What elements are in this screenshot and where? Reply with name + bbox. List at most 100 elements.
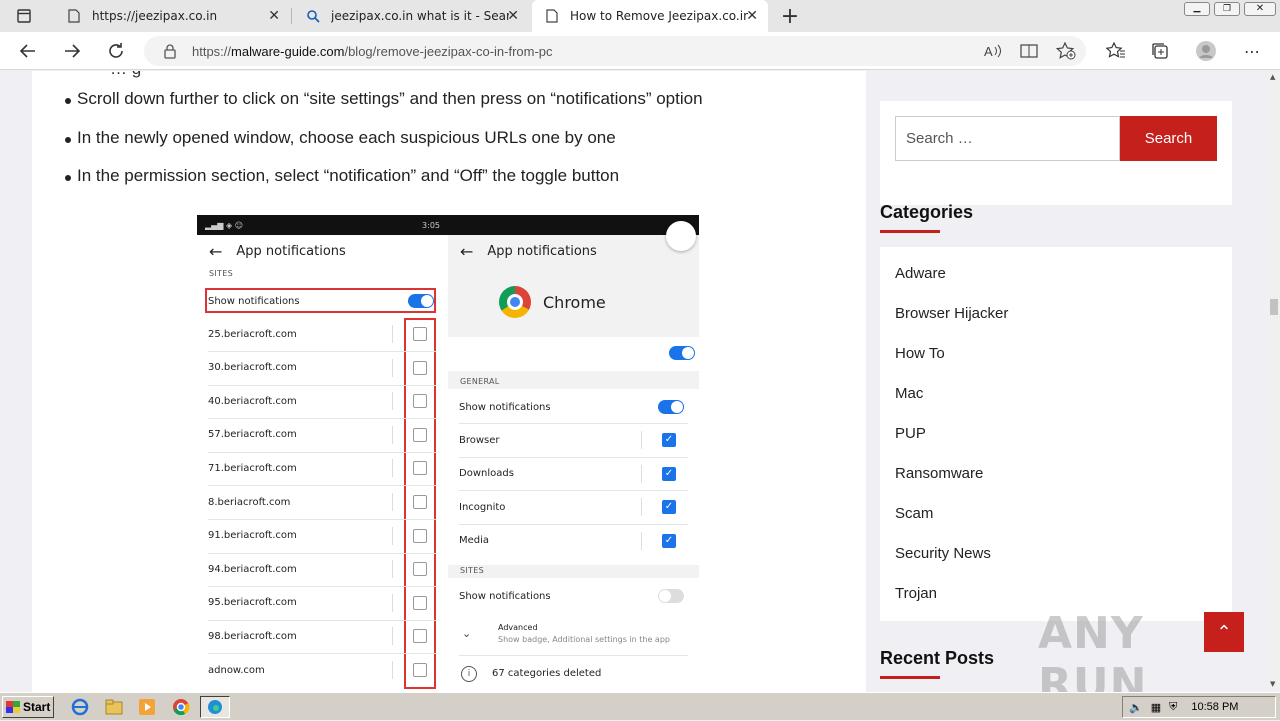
- close-window-icon[interactable]: ✕: [1244, 2, 1276, 16]
- category-link[interactable]: Adware: [895, 265, 946, 282]
- tab-actions-icon[interactable]: [8, 0, 40, 32]
- more-options-icon[interactable]: ⋯: [1236, 35, 1268, 67]
- start-button[interactable]: Start: [2, 696, 54, 718]
- list-item: In the newly opened window, choose each …: [65, 128, 703, 167]
- category-link[interactable]: How To: [895, 345, 945, 362]
- close-tab-icon[interactable]: ✕: [507, 8, 519, 24]
- svg-text:A: A: [984, 44, 993, 59]
- scan-icon: [666, 221, 696, 251]
- restore-icon[interactable]: ❐: [1214, 2, 1240, 16]
- toggle-on: [658, 400, 684, 414]
- chrome-logo-icon: [499, 286, 531, 318]
- page-icon: [544, 8, 560, 24]
- search-input[interactable]: Search …: [895, 116, 1120, 161]
- advanced-subtitle: Show badge, Additional settings in the a…: [498, 635, 670, 644]
- close-tab-icon[interactable]: ✕: [746, 8, 758, 24]
- windows-logo-icon: [6, 701, 20, 713]
- tab-strip: https://jeezipax.co.in ✕ jeezipax.co.in …: [0, 0, 1280, 32]
- channel-row: Downloads: [459, 468, 514, 479]
- sites-label: SITES: [460, 566, 484, 575]
- vertical-scrollbar[interactable]: ▲ ▼: [1268, 71, 1280, 692]
- category-link[interactable]: Security News: [895, 545, 991, 562]
- checkbox-unchecked: [413, 562, 427, 577]
- site-row: 98.beriacroft.com: [208, 630, 297, 642]
- ie-icon[interactable]: [70, 697, 90, 717]
- folder-icon[interactable]: [104, 697, 124, 717]
- phone-left-screen: ▂▄▆ ◈ ☺ 3:05 ← App notifications SITES Sho…: [197, 215, 448, 692]
- master-toggle-row: [448, 337, 699, 371]
- channel-row: Media: [459, 535, 490, 546]
- channel-row: Browser: [459, 434, 500, 446]
- address-bar[interactable]: https://malware-guide.com/blog/remove-je…: [144, 36, 1086, 66]
- checkbox-unchecked: [413, 461, 427, 476]
- profile-avatar[interactable]: [1190, 35, 1222, 67]
- category-link[interactable]: Scam: [895, 505, 933, 522]
- back-icon[interactable]: [12, 35, 44, 67]
- checkbox-unchecked: [413, 427, 427, 442]
- checkbox-unchecked: [413, 360, 427, 375]
- site-row: 30.beriacroft.com: [208, 362, 297, 374]
- search-widget: Search … Search: [880, 101, 1232, 205]
- tab-label: https://jeezipax.co.in: [92, 9, 218, 23]
- checkbox-checked: ✓: [662, 466, 676, 481]
- immersive-reader-icon[interactable]: [1020, 43, 1038, 63]
- speaker-icon[interactable]: 🔈: [1129, 701, 1143, 714]
- network-icon[interactable]: ▦: [1151, 701, 1161, 714]
- list-item: In the permission section, select “notif…: [65, 166, 703, 205]
- tab-jeezipax[interactable]: https://jeezipax.co.in ✕: [54, 0, 290, 32]
- site-row: 91.beriacroft.com: [208, 530, 297, 542]
- checkbox-unchecked: [413, 595, 427, 610]
- scrollbar-thumb[interactable]: [1270, 299, 1278, 315]
- back-arrow-icon: ←: [460, 241, 474, 261]
- close-tab-icon[interactable]: ✕: [268, 8, 280, 24]
- site-row: 71.beriacroft.com: [208, 462, 297, 474]
- tab-how-to-remove[interactable]: How to Remove Jeezipax.co.in f ✕: [532, 0, 768, 32]
- edge-icon[interactable]: [200, 696, 230, 718]
- category-link[interactable]: PUP: [895, 425, 926, 442]
- collections-icon[interactable]: [1144, 35, 1176, 67]
- new-tab-icon[interactable]: +: [774, 0, 806, 32]
- scroll-up-icon[interactable]: ▲: [1270, 73, 1275, 81]
- site-row: 94.beriacroft.com: [208, 563, 297, 575]
- article-content: … g Scroll down further to click on “sit…: [32, 71, 866, 692]
- add-favorite-icon[interactable]: [1055, 41, 1076, 64]
- notification-settings-screenshot: ▂▄▆ ◈ ☺ 3:05 ← App notifications SITES Sho…: [197, 215, 699, 692]
- phone-header: ← App notifications: [209, 241, 346, 261]
- category-link[interactable]: Mac: [895, 385, 923, 402]
- category-link[interactable]: Browser Hijacker: [895, 305, 1008, 322]
- system-tray: 🔈 ▦ ⛨ 10:58 PM: [1122, 696, 1276, 718]
- scroll-down-icon[interactable]: ▼: [1270, 680, 1275, 688]
- checkbox-unchecked: [413, 528, 427, 543]
- web-page: … g Scroll down further to click on “sit…: [0, 71, 1268, 692]
- deleted-text: 67 categories deleted: [492, 668, 602, 679]
- toggle-on: [669, 346, 695, 360]
- status-bar: ▂▄▆ ◈ ☺ 3:05: [197, 215, 448, 235]
- title-underline: [880, 230, 940, 233]
- tab-search[interactable]: jeezipax.co.in what is it - Search ✕: [293, 0, 529, 32]
- minimize-icon[interactable]: ▁: [1184, 2, 1210, 16]
- site-row: adnow.com: [208, 664, 265, 676]
- lock-icon[interactable]: [162, 43, 178, 59]
- scroll-to-top-button[interactable]: ⌃: [1204, 612, 1244, 652]
- category-link[interactable]: Ransomware: [895, 465, 983, 482]
- category-link[interactable]: Trojan: [895, 585, 937, 602]
- show-notifications-row: Show notifications: [459, 401, 551, 413]
- app-name: Chrome: [543, 293, 606, 312]
- checkbox-unchecked: [413, 495, 427, 509]
- forward-icon[interactable]: [56, 35, 88, 67]
- checkbox-unchecked: [413, 394, 427, 409]
- read-aloud-icon[interactable]: A: [984, 43, 1002, 63]
- window-controls: ▁ ❐ ✕: [1184, 2, 1276, 16]
- search-button[interactable]: Search: [1120, 116, 1217, 161]
- checkbox-checked: ✓: [662, 533, 676, 548]
- url-text[interactable]: https://malware-guide.com/blog/remove-je…: [192, 44, 553, 59]
- checkbox-checked: ✓: [662, 433, 676, 447]
- chrome-icon[interactable]: [171, 697, 191, 717]
- tab-label: How to Remove Jeezipax.co.in f: [570, 9, 748, 23]
- site-row: 40.beriacroft.com: [208, 395, 297, 407]
- phone-header: ← App notifications: [460, 241, 597, 261]
- refresh-icon[interactable]: [100, 35, 132, 67]
- security-icon[interactable]: ⛨: [1169, 701, 1177, 714]
- favorites-icon[interactable]: [1100, 35, 1132, 67]
- media-player-icon[interactable]: [137, 697, 157, 717]
